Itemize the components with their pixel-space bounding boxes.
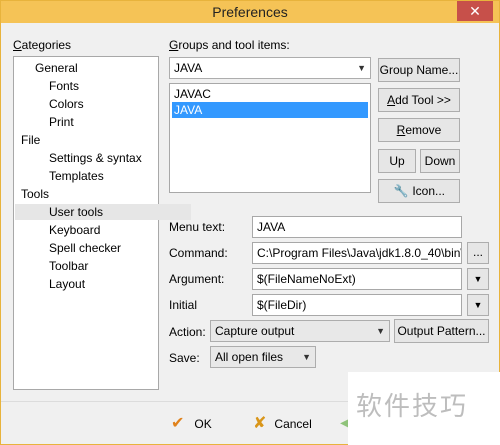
categories-tree[interactable]: General Fonts Colors Print File Settings & sy… — [13, 56, 191, 390]
categories-label: Categories — [13, 38, 72, 52]
category-item[interactable]: Layout — [15, 276, 85, 292]
menu-text-field[interactable]: JAVA — [252, 216, 462, 238]
category-item[interactable]: Toolbar — [15, 258, 88, 274]
action-select[interactable]: Capture output ▼ — [210, 320, 390, 342]
save-select-value: All open files — [215, 350, 284, 364]
title-bar[interactable]: Preferences ✕ — [1, 1, 499, 23]
category-item[interactable]: Tools — [15, 186, 49, 202]
chevron-down-icon: ▼ — [357, 63, 366, 73]
action-label: Action: — [169, 325, 206, 339]
caret-down-icon: ▼ — [473, 300, 483, 310]
add-tool-button[interactable]: Add Tool >> — [378, 88, 460, 112]
cross-icon: ✘ — [253, 415, 267, 432]
save-label: Save: — [169, 351, 200, 365]
tool-items-list[interactable]: JAVAC JAVA — [169, 83, 371, 193]
close-icon: ✕ — [469, 3, 481, 19]
ok-button[interactable]: ✔ OK — [171, 414, 212, 434]
menu-text-label: Menu text: — [169, 220, 226, 234]
check-icon: ✔ — [171, 415, 185, 432]
window-title: Preferences — [212, 4, 288, 20]
watermark-text: 软件技巧 — [356, 391, 469, 421]
group-select-value: JAVA — [174, 61, 203, 75]
group-select[interactable]: JAVA ▼ — [169, 57, 371, 79]
category-item[interactable]: Keyboard — [15, 222, 100, 238]
category-item[interactable]: Fonts — [15, 78, 79, 94]
close-button[interactable]: ✕ — [457, 1, 493, 21]
tool-list-item[interactable]: JAVA — [172, 102, 368, 118]
category-item[interactable]: Spell checker — [15, 240, 121, 256]
chevron-down-icon: ▼ — [376, 326, 385, 336]
caret-down-icon: ▼ — [473, 274, 483, 284]
argument-label: Argument: — [169, 272, 225, 286]
initial-label: Initial — [169, 298, 198, 312]
save-select[interactable]: All open files ▼ — [210, 346, 316, 368]
category-item[interactable]: Colors — [15, 96, 84, 112]
category-item[interactable]: File — [15, 132, 40, 148]
remove-button[interactable]: Remove — [378, 118, 460, 142]
tool-list-item[interactable]: JAVAC — [172, 86, 368, 102]
group-name-button[interactable]: Group Name... — [378, 58, 460, 82]
chevron-down-icon: ▼ — [302, 352, 311, 362]
category-item[interactable]: Settings & syntax — [15, 150, 142, 166]
watermark: 软件技巧 — [348, 372, 500, 445]
category-item[interactable]: General — [15, 60, 78, 76]
wrench-icon: 🔧 — [393, 184, 409, 198]
up-button[interactable]: Up — [378, 149, 416, 173]
groups-label: Groups and tool items: — [169, 38, 290, 52]
argument-menu-button[interactable]: ▼ — [467, 268, 489, 290]
cancel-button[interactable]: ✘ Cancel — [253, 414, 312, 434]
command-field[interactable]: C:\Program Files\Java\jdk1.8.0_40\bin\ja — [252, 242, 462, 264]
category-item[interactable]: Print — [15, 114, 74, 130]
action-select-value: Capture output — [215, 324, 295, 338]
initial-menu-button[interactable]: ▼ — [467, 294, 489, 316]
initial-field[interactable]: $(FileDir) — [252, 294, 462, 316]
argument-field[interactable]: $(FileNameNoExt) — [252, 268, 462, 290]
down-button[interactable]: Down — [420, 149, 460, 173]
output-pattern-button[interactable]: Output Pattern... — [394, 319, 489, 343]
browse-button[interactable]: ... — [467, 242, 489, 264]
category-item[interactable]: Templates — [15, 168, 104, 184]
category-item[interactable]: User tools — [15, 204, 191, 220]
icon-button[interactable]: 🔧 Icon... — [378, 179, 460, 203]
command-label: Command: — [169, 246, 228, 260]
